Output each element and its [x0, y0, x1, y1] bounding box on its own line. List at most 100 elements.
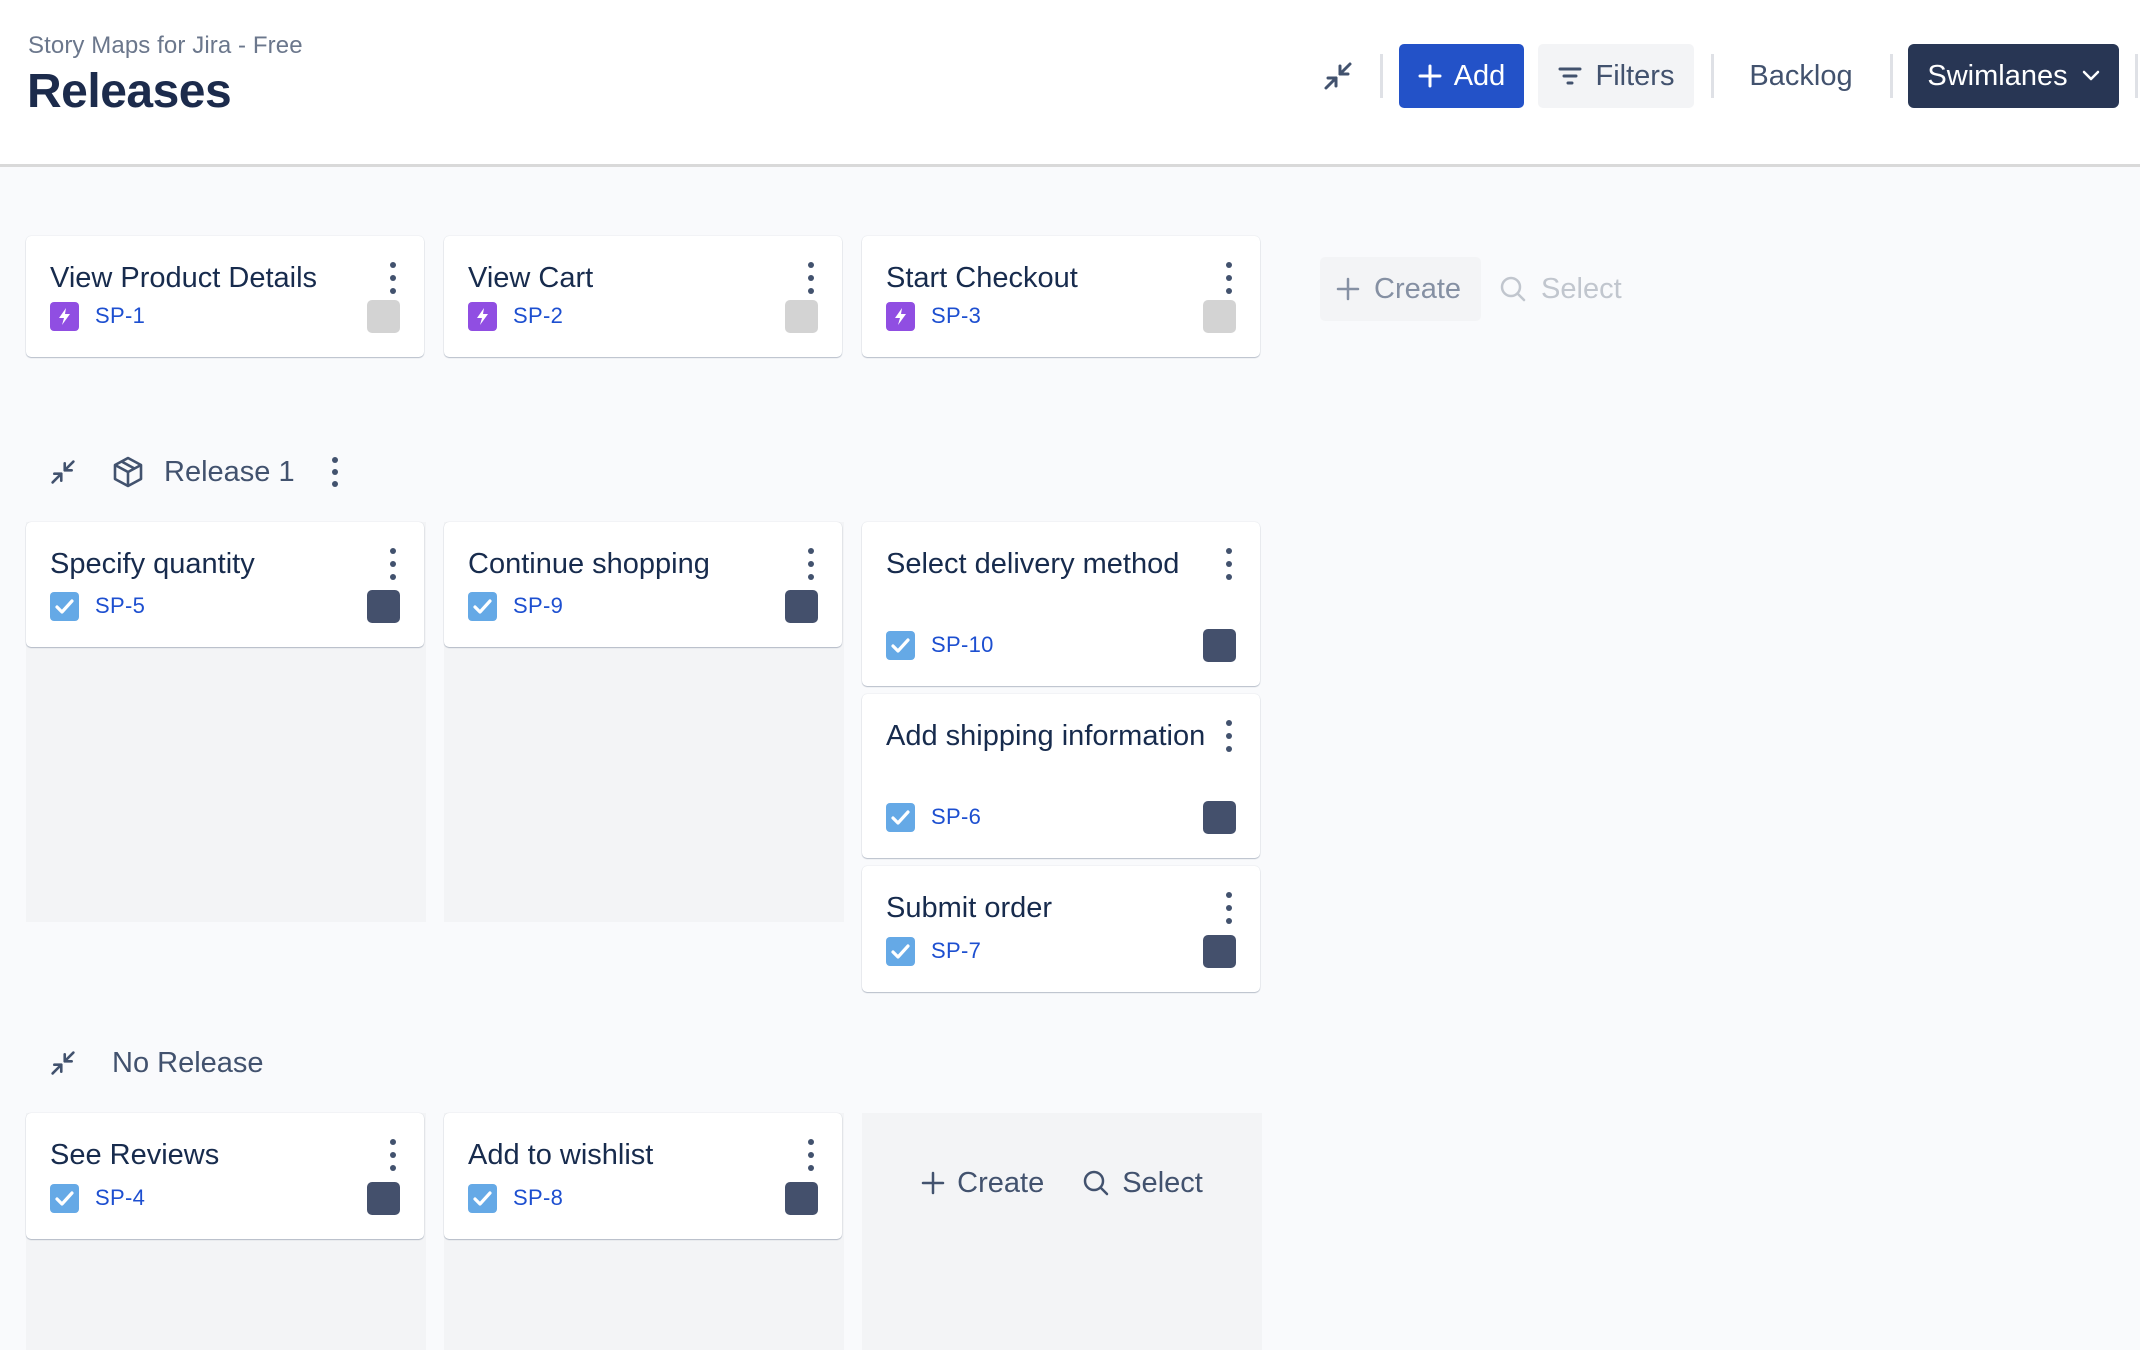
backlog-button-label: Backlog	[1749, 59, 1853, 92]
select-issue-label: Select	[1122, 1166, 1203, 1199]
epic-lightning-icon	[895, 307, 906, 325]
select-epic-label: Select	[1541, 272, 1622, 305]
issue-key-link[interactable]: SP-10	[931, 632, 994, 658]
more-options-icon[interactable]	[804, 1139, 818, 1171]
issue-card[interactable]: Specify quantity SP-5	[26, 522, 424, 647]
assignee-avatar[interactable]	[1203, 800, 1236, 834]
story-type-icon	[50, 591, 79, 621]
issue-card[interactable]: Select delivery method SP-10	[862, 522, 1260, 686]
issue-key-link[interactable]: SP-9	[513, 593, 563, 619]
assignee-avatar[interactable]	[367, 299, 400, 333]
select-issue-button[interactable]: Select	[1082, 1167, 1203, 1200]
collapse-all-button[interactable]	[1316, 44, 1360, 108]
issue-key-link[interactable]: SP-3	[931, 303, 981, 329]
issue-card-footer: SP-10	[886, 628, 1236, 662]
issue-title: Submit order	[886, 892, 1053, 924]
collapse-release-button[interactable]	[48, 457, 78, 487]
issue-key-link[interactable]: SP-1	[95, 303, 145, 329]
more-options-icon[interactable]	[386, 1139, 400, 1171]
story-type-icon	[468, 591, 497, 621]
collapse-arrows-icon	[51, 1051, 75, 1075]
assignee-avatar[interactable]	[1203, 628, 1236, 662]
issue-title: Specify quantity	[50, 548, 255, 580]
story-type-icon	[886, 936, 915, 966]
story-type-icon	[886, 630, 915, 660]
release-more-options-icon[interactable]	[328, 457, 342, 487]
plus-icon	[1418, 64, 1442, 88]
create-issue-button[interactable]: Create	[921, 1167, 1044, 1200]
assignee-avatar[interactable]	[367, 589, 400, 623]
issue-title: Add to wishlist	[468, 1139, 654, 1171]
issue-card[interactable]: Continue shopping SP-9	[444, 522, 842, 647]
issue-key-link[interactable]: SP-4	[95, 1185, 145, 1211]
release-name: Release 1	[164, 455, 295, 488]
issue-card-footer: SP-7	[886, 934, 1236, 968]
more-options-icon[interactable]	[1222, 720, 1236, 752]
issue-card[interactable]: See Reviews SP-4	[26, 1113, 424, 1239]
issue-card[interactable]: Start Checkout SP-3	[862, 236, 1260, 357]
issue-key-link[interactable]: SP-6	[931, 804, 981, 830]
checkbox-checked-icon	[473, 598, 492, 614]
assignee-avatar[interactable]	[1203, 299, 1236, 333]
collapse-release-button[interactable]	[48, 1048, 78, 1078]
issue-card-footer: SP-4	[50, 1181, 400, 1215]
issue-key-link[interactable]: SP-8	[513, 1185, 563, 1211]
select-epic-button[interactable]: Select	[1499, 273, 1622, 306]
issue-title: Select delivery method	[886, 548, 1180, 580]
plus-icon	[921, 1171, 945, 1195]
toolbar-divider	[1711, 54, 1714, 98]
epic-lightning-icon	[477, 307, 488, 325]
issue-card[interactable]: Submit order SP-7	[862, 866, 1260, 992]
assignee-avatar[interactable]	[1203, 934, 1236, 968]
release-header: Release 1	[0, 447, 400, 497]
more-options-icon[interactable]	[804, 548, 818, 580]
issue-title: See Reviews	[50, 1139, 220, 1171]
issue-key-link[interactable]: SP-5	[95, 593, 145, 619]
issue-card-footer: SP-9	[468, 589, 818, 623]
issue-key-link[interactable]: SP-2	[513, 303, 563, 329]
more-options-icon[interactable]	[1222, 892, 1236, 924]
issue-card[interactable]: Add to wishlist SP-8	[444, 1113, 842, 1239]
epic-type-icon	[886, 301, 915, 331]
plus-icon	[1336, 277, 1360, 301]
page-header: Story Maps for Jira - Free Releases Add …	[0, 0, 2140, 167]
toolbar-divider	[1890, 54, 1893, 98]
release-name: No Release	[112, 1046, 264, 1079]
assignee-avatar[interactable]	[785, 299, 818, 333]
issue-card-footer: SP-5	[50, 589, 400, 623]
toolbar: Add Filters Backlog Swimlanes	[0, 44, 2140, 108]
create-epic-button[interactable]: Create	[1320, 257, 1482, 321]
add-button[interactable]: Add	[1399, 44, 1524, 108]
collapse-arrows-icon	[1324, 62, 1352, 90]
issue-card[interactable]: View Product Details SP-1	[26, 236, 424, 357]
more-options-icon[interactable]	[804, 262, 818, 294]
release-header: No Release	[0, 1038, 400, 1088]
create-issue-label: Create	[957, 1166, 1045, 1199]
checkbox-checked-icon	[473, 1190, 492, 1206]
issue-card-footer: SP-2	[468, 299, 818, 333]
more-options-icon[interactable]	[1222, 262, 1236, 294]
assignee-avatar[interactable]	[785, 1181, 818, 1215]
empty-cell-actions: Create Select	[862, 1152, 1262, 1214]
issue-key-link[interactable]: SP-7	[931, 938, 981, 964]
more-options-icon[interactable]	[386, 548, 400, 580]
filters-button[interactable]: Filters	[1538, 44, 1694, 108]
issue-card[interactable]: Add shipping information SP-6	[862, 694, 1260, 858]
story-type-icon	[50, 1183, 79, 1213]
more-options-icon[interactable]	[1222, 548, 1236, 580]
swimlanes-dropdown[interactable]: Swimlanes	[1908, 44, 2119, 108]
checkbox-checked-icon	[891, 637, 910, 653]
filter-icon	[1558, 67, 1582, 85]
toolbar-divider	[2135, 54, 2138, 98]
epic-lightning-icon	[59, 307, 70, 325]
issue-title: View Product Details	[50, 262, 318, 294]
assignee-avatar[interactable]	[367, 1181, 400, 1215]
backlog-button[interactable]: Backlog	[1732, 44, 1870, 108]
assignee-avatar[interactable]	[785, 589, 818, 623]
epic-type-icon	[468, 301, 497, 331]
issue-card[interactable]: View Cart SP-2	[444, 236, 842, 357]
toolbar-divider	[1380, 54, 1383, 98]
epic-type-icon	[50, 301, 79, 331]
more-options-icon[interactable]	[386, 262, 400, 294]
checkbox-checked-icon	[891, 809, 910, 825]
